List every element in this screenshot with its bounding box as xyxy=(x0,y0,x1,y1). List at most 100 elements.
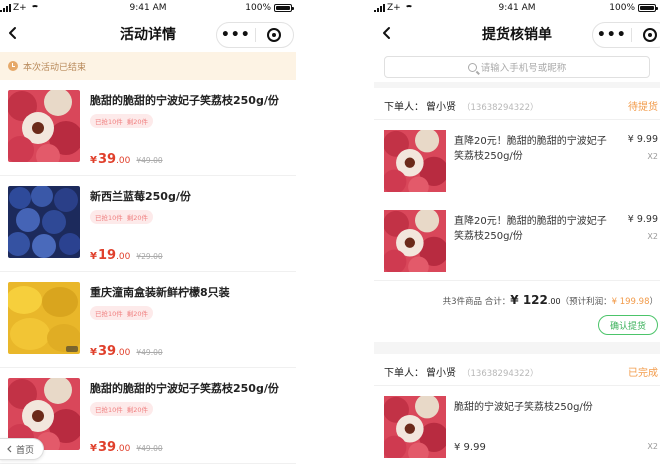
order-card: 下单人： 曾小贤 （13638294322） 待提货 直降20元！脆甜的脆甜的宁波妃… xyxy=(374,88,660,342)
order-header: 下单人： 曾小贤 （13638294322） 待提货 xyxy=(374,88,660,120)
product-item[interactable]: 新西兰蓝莓250g/份 已抢10件 剩20件 ¥19.00 ¥29.00 xyxy=(0,176,296,272)
item-quantity: X2 xyxy=(647,152,658,161)
buyer-info: 下单人： 曾小贤 （13638294322） xyxy=(384,364,539,379)
product-item[interactable]: 脆甜的脆甜的宁波妃子笑荔枝250g/份 已抢10件 剩20件 ¥39.00 ¥49.… xyxy=(0,80,296,176)
price-integer: 39 xyxy=(97,152,117,167)
home-label: 首页 xyxy=(16,445,35,456)
profit-end: ） xyxy=(649,297,658,307)
more-icon[interactable]: ••• xyxy=(217,27,255,43)
remaining-count: 剩20件 xyxy=(126,406,149,414)
currency-symbol: ¥ xyxy=(90,443,97,454)
currency-symbol: ¥ xyxy=(90,251,97,262)
currency-symbol: ¥ xyxy=(90,347,97,358)
price-decimal: .00 xyxy=(116,156,131,166)
price: ¥19.00 ¥29.00 xyxy=(90,248,163,263)
item-price: ¥ 9.99 xyxy=(627,214,658,225)
item-description: 脆甜的宁波妃子笑荔枝250g/份 xyxy=(454,402,593,413)
item-price: ¥ 9.99 xyxy=(454,442,486,453)
order-item: 直降20元！脆甜的脆甜的宁波妃子笑荔枝250g/份 ¥ 9.99 X2 xyxy=(374,120,660,200)
status-bar: Z+ 9:41 AM 100% xyxy=(0,0,296,16)
lychee-image xyxy=(8,90,80,162)
nav-bar: 活动详情 ••• xyxy=(0,16,296,52)
product-item[interactable]: 脆甜的脆甜的宁波妃子笑荔枝250g/份 已抢10件 剩20件 ¥39.00 ¥49.… xyxy=(0,368,296,464)
target-icon xyxy=(643,28,658,42)
original-price: ¥49.00 xyxy=(136,156,163,165)
remaining-count: 剩20件 xyxy=(126,118,149,126)
item-quantity: X2 xyxy=(647,232,658,241)
order-header: 下单人： 曾小贤 （13638294322） 已完成 xyxy=(374,354,660,386)
total-symbol: ¥ xyxy=(510,293,519,307)
remaining-count: 剩20件 xyxy=(126,214,149,222)
order-status: 待提货 xyxy=(628,102,658,113)
item-price: ¥ 9.99 xyxy=(627,134,658,145)
original-price: ¥49.00 xyxy=(136,348,163,357)
stock-tag: 已抢10件 剩20件 xyxy=(90,306,154,320)
chevron-left-icon xyxy=(7,445,12,453)
close-miniprogram-button[interactable] xyxy=(632,28,660,42)
battery-percent: 100% xyxy=(609,3,635,13)
pickup-verification-screen: Z+ 9:41 AM 100% 提货核销单 ••• 请输入手机号或昵称 下单人：… xyxy=(374,0,660,464)
buyer-phone: （13638294322） xyxy=(462,369,539,379)
order-total: ¥ 122.00 xyxy=(510,293,560,307)
order-summary: 共3件商品 合计：¥ 122.00（预计利润：¥ 199.98） xyxy=(443,293,658,307)
buyer-name: 曾小贤 xyxy=(426,368,456,379)
remaining-count: 剩20件 xyxy=(126,310,149,318)
order-footer: 共3件商品 合计：¥ 122.00（预计利润：¥ 199.98） 确认提货 xyxy=(374,280,660,342)
home-button[interactable]: 首页 xyxy=(0,438,44,460)
screenshot-canvas: Z+ 9:41 AM 100% 活动详情 ••• 本次活动已结束 脆甜的脆甜的宁… xyxy=(0,0,660,464)
summary-prefix: 共3件商品 合计： xyxy=(442,297,511,307)
sold-count: 已抢10件 xyxy=(95,118,123,126)
notice-text: 本次活动已结束 xyxy=(23,62,87,73)
price-decimal: .00 xyxy=(116,444,131,454)
total-decimal: .00 xyxy=(547,297,561,306)
price-decimal: .00 xyxy=(116,252,131,262)
sold-count: 已抢10件 xyxy=(95,214,123,222)
buyer-info: 下单人： 曾小贤 （13638294322） xyxy=(384,98,539,113)
lychee-image xyxy=(384,396,446,458)
buyer-label: 下单人： xyxy=(384,102,424,113)
stock-tag: 已抢10件 剩20件 xyxy=(90,114,154,128)
total-integer: 122 xyxy=(522,293,548,307)
order-item: 脆甜的宁波妃子笑荔枝250g/份 ¥ 9.99 X2 xyxy=(374,386,660,464)
order-status: 已完成 xyxy=(628,368,658,379)
confirm-pickup-button[interactable]: 确认提货 xyxy=(598,315,658,335)
battery-status: 100% xyxy=(609,3,658,13)
search-input[interactable]: 请输入手机号或昵称 xyxy=(384,56,650,78)
miniprogram-capsule: ••• xyxy=(592,22,660,48)
profit-label: （预计利润： xyxy=(560,297,612,307)
product-name: 重庆潼南盒装新鲜柠檬8只装 xyxy=(90,286,230,299)
activity-ended-notice: 本次活动已结束 xyxy=(0,52,296,80)
sold-count: 已抢10件 xyxy=(95,406,123,414)
search-icon xyxy=(467,62,477,72)
price-decimal: .00 xyxy=(116,348,131,358)
close-miniprogram-button[interactable] xyxy=(256,28,294,42)
item-description: 直降20元！脆甜的脆甜的宁波妃子笑荔枝250g/份 xyxy=(454,216,607,242)
lychee-image xyxy=(384,130,446,192)
battery-percent: 100% xyxy=(245,3,271,13)
more-icon[interactable]: ••• xyxy=(593,27,631,43)
lemon-image xyxy=(8,282,80,354)
sold-count: 已抢10件 xyxy=(95,310,123,318)
item-description: 直降20元！脆甜的脆甜的宁波妃子笑荔枝250g/份 xyxy=(454,136,607,162)
battery-icon xyxy=(638,4,658,12)
product-item[interactable]: 重庆潼南盒装新鲜柠檬8只装 已抢10件 剩20件 ¥39.00 ¥49.00 xyxy=(0,272,296,368)
price: ¥39.00 ¥49.00 xyxy=(90,344,163,359)
search-bar: 请输入手机号或昵称 xyxy=(374,52,660,82)
activity-detail-screen: Z+ 9:41 AM 100% 活动详情 ••• 本次活动已结束 脆甜的脆甜的宁… xyxy=(0,0,296,464)
clock-icon xyxy=(8,61,18,71)
nav-bar: 提货核销单 ••• xyxy=(374,16,660,52)
buyer-label: 下单人： xyxy=(384,368,424,379)
search-placeholder: 请输入手机号或昵称 xyxy=(480,63,567,74)
order-item: 直降20元！脆甜的脆甜的宁波妃子笑荔枝250g/份 ¥ 9.99 X2 xyxy=(374,200,660,280)
original-price: ¥49.00 xyxy=(136,444,163,453)
original-price: ¥29.00 xyxy=(136,252,163,261)
battery-status: 100% xyxy=(245,3,294,13)
status-bar: Z+ 9:41 AM 100% xyxy=(374,0,660,16)
price-integer: 39 xyxy=(97,440,117,455)
price: ¥39.00 ¥49.00 xyxy=(90,440,163,455)
product-name: 新西兰蓝莓250g/份 xyxy=(90,190,191,203)
product-name: 脆甜的脆甜的宁波妃子笑荔枝250g/份 xyxy=(90,382,279,395)
stock-tag: 已抢10件 剩20件 xyxy=(90,402,154,416)
profit-value: ¥ 199.98 xyxy=(611,297,650,307)
miniprogram-capsule: ••• xyxy=(216,22,294,48)
